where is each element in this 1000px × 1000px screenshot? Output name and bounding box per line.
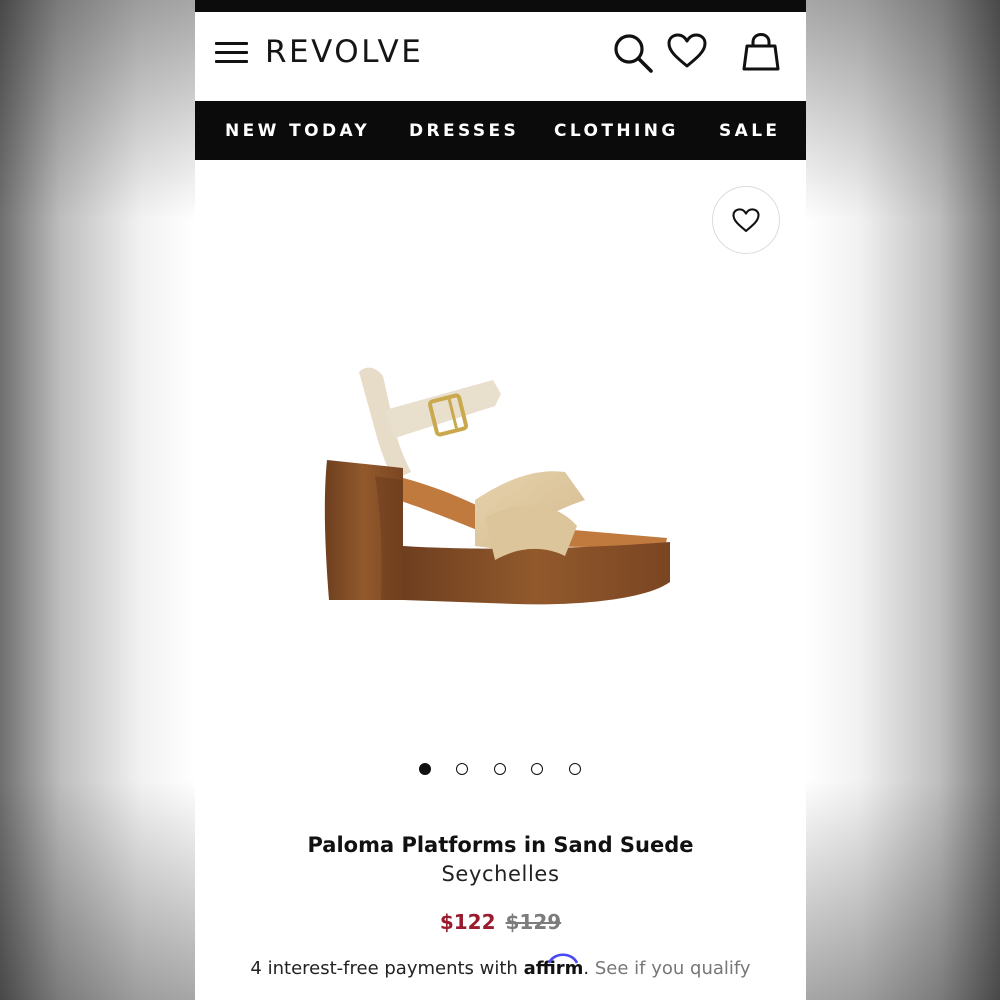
- carousel-dot[interactable]: [569, 763, 581, 775]
- add-to-wishlist-button[interactable]: [712, 186, 780, 254]
- carousel-dot[interactable]: [419, 763, 431, 775]
- menu-icon[interactable]: [215, 42, 248, 64]
- affirm-financing: 4 interest-free payments with affirm. Se…: [195, 953, 806, 984]
- product-brand[interactable]: Seychelles: [195, 859, 806, 889]
- carousel-dot[interactable]: [531, 763, 543, 775]
- affirm-qualify-link[interactable]: See if you qualify: [589, 958, 751, 979]
- nav-item-new-today[interactable]: NEW TODAY: [225, 101, 370, 160]
- category-nav: NEW TODAY DRESSES CLOTHING SALE: [195, 101, 806, 160]
- search-icon[interactable]: [612, 32, 654, 74]
- original-price: $129: [505, 910, 562, 934]
- brand-logo[interactable]: REVOLVE: [265, 34, 423, 70]
- affirm-arc-icon: [547, 953, 578, 964]
- status-bar: [195, 0, 806, 12]
- heart-icon: [732, 208, 760, 232]
- nav-item-sale[interactable]: SALE: [719, 101, 780, 160]
- carousel-dot[interactable]: [494, 763, 506, 775]
- nav-item-dresses[interactable]: DRESSES: [409, 101, 519, 160]
- carousel-dot[interactable]: [456, 763, 468, 775]
- affirm-logo: affirm: [524, 953, 583, 984]
- phone-screen: REVOLVE NEW TODAY DRESSES CLOTHING SALE: [195, 0, 806, 1000]
- price-block: $122 $129: [195, 907, 806, 937]
- heart-icon[interactable]: [667, 33, 707, 69]
- sale-price: $122: [439, 910, 496, 934]
- nav-item-clothing[interactable]: CLOTHING: [554, 101, 679, 160]
- bag-icon[interactable]: [741, 32, 781, 72]
- product-title: Paloma Platforms in Sand Suede: [307, 833, 694, 857]
- affirm-text: 4 interest-free payments with: [250, 958, 524, 979]
- site-header: REVOLVE: [195, 12, 806, 101]
- product-image[interactable]: [315, 350, 685, 620]
